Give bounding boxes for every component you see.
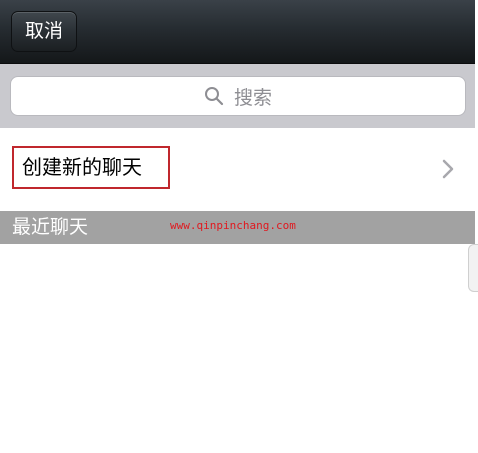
search-placeholder: 搜索	[233, 86, 272, 109]
watermark-text: www.qinpinchang.com	[170, 219, 296, 232]
scroll-indicator[interactable]	[468, 244, 478, 292]
search-icon	[204, 87, 224, 106]
recent-chats-title: 最近聊天	[12, 216, 89, 238]
recent-chats-header: 最近聊天 www.qinpinchang.com	[0, 211, 476, 244]
search-bar: 搜索	[0, 64, 476, 128]
cancel-button[interactable]: 取消	[11, 11, 77, 52]
create-new-chat-row[interactable]: 创建新的聊天	[0, 128, 476, 211]
search-input[interactable]: 搜索	[10, 76, 466, 116]
chevron-right-icon	[442, 159, 454, 179]
navigation-bar: 取消	[0, 0, 476, 64]
create-new-chat-label: 创建新的聊天	[12, 146, 170, 189]
